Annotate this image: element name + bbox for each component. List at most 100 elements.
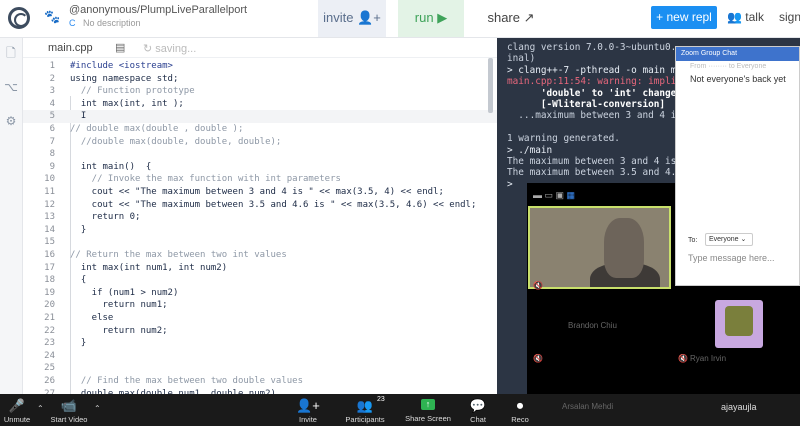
audio-options-caret-icon[interactable]: ⌃ — [37, 404, 44, 413]
zoom-chat-window[interactable]: Zoom Group Chat From ········ to Everyon… — [675, 46, 800, 286]
replit-logo-icon[interactable] — [8, 7, 30, 29]
code-editor[interactable]: 1 #include <iostream> 2 using namespace std… — [23, 58, 497, 394]
code-line[interactable]: 13 return 0; — [23, 211, 497, 224]
participant-name: Arsalan Mehdi — [562, 402, 614, 411]
code-line[interactable]: 25 — [23, 362, 497, 375]
line-number: 6 — [49, 124, 55, 134]
code-line[interactable]: 3 // Function prototype — [23, 85, 497, 98]
microphone-muted-icon: 🎤 — [8, 398, 26, 413]
talk-button[interactable]: 👥 talk — [727, 10, 764, 24]
console-line: ...maximum between 3 and 4 is — [507, 110, 682, 122]
invite-button[interactable]: invite 👤+ — [318, 0, 386, 37]
video-tile-participant[interactable] — [528, 206, 671, 289]
code-text[interactable]: } — [70, 224, 86, 237]
code-text[interactable]: #include <iostream> — [70, 60, 173, 73]
code-text[interactable]: return 0; — [70, 211, 141, 224]
code-line[interactable]: 9 int main() { — [23, 161, 497, 174]
code-text[interactable]: I — [70, 110, 86, 123]
line-number: 17 — [44, 262, 55, 273]
sign-button[interactable]: sign — [779, 10, 800, 24]
code-line[interactable]: 2 using namespace std; — [23, 73, 497, 86]
files-icon[interactable]: 🗋 — [4, 46, 18, 60]
file-tab[interactable]: main.cpp — [48, 42, 93, 54]
video-off-icon: 📹 — [60, 398, 78, 413]
repl-title[interactable]: @anonymous/PlumpLiveParallelport — [69, 4, 247, 16]
share-screen-label: Share Screen — [405, 414, 451, 423]
run-button[interactable]: run ▶ — [398, 0, 464, 37]
code-line[interactable]: 20 return num1; — [23, 299, 497, 312]
code-line[interactable]: 19 if (num1 > num2) — [23, 287, 497, 300]
code-line[interactable]: 16 // Return the max between two int valu… — [23, 249, 497, 262]
code-text[interactable]: // Return the max between two int values — [70, 249, 287, 262]
line-number: 11 — [44, 187, 55, 197]
code-line[interactable]: 10 // Invoke the max function with int p… — [23, 173, 497, 186]
code-line[interactable]: 14 } — [23, 224, 497, 237]
start-video-button[interactable]: 📹 Start Video — [48, 394, 90, 426]
code-text[interactable]: // Find the max between two double value… — [70, 375, 303, 388]
code-line[interactable]: 23 } — [23, 337, 497, 350]
participants-label: Participants — [345, 415, 385, 424]
code-text[interactable]: if (num1 > num2) — [70, 287, 179, 300]
code-text[interactable]: //double max(double, double, double); — [70, 136, 282, 149]
console-line: 'double' to 'int' change — [507, 87, 677, 99]
participant-face — [604, 218, 644, 278]
zoom-view-controls[interactable]: ▬ ▭ ▣ ▦ — [533, 190, 575, 201]
repl-description[interactable]: No description — [83, 18, 141, 28]
code-line[interactable]: 12 cout << "The maximum between 3.5 and … — [23, 199, 497, 212]
chat-title[interactable]: Zoom Group Chat — [676, 47, 799, 61]
code-line[interactable]: 21 else — [23, 312, 497, 325]
scrollbar-thumb[interactable] — [488, 58, 493, 113]
document-icon[interactable]: ▤ — [115, 41, 125, 54]
video-options-caret-icon[interactable]: ⌃ — [94, 404, 101, 413]
code-line[interactable]: 24 — [23, 350, 497, 363]
code-line[interactable]: 7 //double max(double, double, double); — [23, 136, 497, 149]
share-icon: ↗ — [523, 10, 535, 25]
code-text[interactable]: cout << "The maximum between 3 and 4 is … — [70, 186, 444, 199]
grid-view-icon[interactable]: ▦ — [567, 190, 576, 200]
code-text[interactable]: int max(int num1, int num2) — [70, 262, 227, 275]
new-repl-button[interactable]: + new repl — [651, 6, 717, 29]
share-button[interactable]: share ↗ — [478, 0, 544, 37]
chat-recipient-select[interactable]: Everyone ⌄ — [705, 233, 753, 246]
code-line[interactable]: 5 I — [23, 110, 497, 123]
invite-participants-button[interactable]: 👤+ Invite — [292, 394, 324, 426]
line-number: 2 — [49, 73, 55, 84]
code-text[interactable]: using namespace std; — [70, 73, 178, 86]
code-text[interactable]: return num2; — [70, 325, 168, 338]
code-line[interactable]: 18 { — [23, 274, 497, 287]
console-line: main.cpp:11:54: warning: implic — [507, 76, 682, 88]
code-text[interactable]: int max(int, int ); — [70, 98, 184, 111]
record-button[interactable]: ⏺ Reco — [508, 394, 532, 426]
code-text[interactable]: int main() { — [70, 161, 151, 174]
code-text[interactable]: // Invoke the max function with int para… — [70, 173, 341, 186]
line-number: 15 — [44, 237, 55, 248]
share-screen-button[interactable]: ↑ Share Screen — [405, 394, 451, 426]
version-control-icon[interactable]: ⌥ — [4, 80, 18, 94]
console-line: The maximum between 3.5 and 4.6 — [507, 167, 682, 179]
code-text[interactable]: else — [70, 312, 114, 325]
code-line[interactable]: 26 // Find the max between two double va… — [23, 375, 497, 388]
editor-scrollbar[interactable] — [486, 58, 494, 208]
settings-gear-icon[interactable]: ⚙ — [4, 114, 18, 128]
code-line[interactable]: 15 — [23, 236, 497, 249]
code-text[interactable]: } — [70, 337, 86, 350]
code-text[interactable]: cout << "The maximum between 3.5 and 4.6… — [70, 199, 477, 212]
line-number: 20 — [44, 300, 55, 311]
code-text[interactable]: // Function prototype — [70, 85, 195, 98]
code-line[interactable]: 6 // double max(double , double ); — [23, 123, 497, 136]
code-line[interactable]: 22 return num2; — [23, 325, 497, 338]
code-line[interactable]: 4 int max(int, int ); — [23, 98, 497, 111]
chat-message-input[interactable]: Type message here... — [688, 253, 775, 263]
chat-button[interactable]: 💬 Chat — [463, 394, 493, 426]
unmute-label: Unmute — [3, 415, 31, 424]
code-text[interactable]: { — [70, 274, 86, 287]
unmute-button[interactable]: 🎤 Unmute — [0, 394, 34, 426]
code-line[interactable]: 11 cout << "The maximum between 3 and 4 … — [23, 186, 497, 199]
code-text[interactable]: // double max(double , double ); — [70, 123, 243, 136]
line-number: 9 — [49, 161, 55, 172]
code-line[interactable]: 8 — [23, 148, 497, 161]
code-line[interactable]: 1 #include <iostream> — [23, 60, 497, 73]
line-number: 16 — [44, 250, 55, 260]
code-line[interactable]: 17 int max(int num1, int num2) — [23, 262, 497, 275]
code-text[interactable]: return num1; — [70, 299, 168, 312]
